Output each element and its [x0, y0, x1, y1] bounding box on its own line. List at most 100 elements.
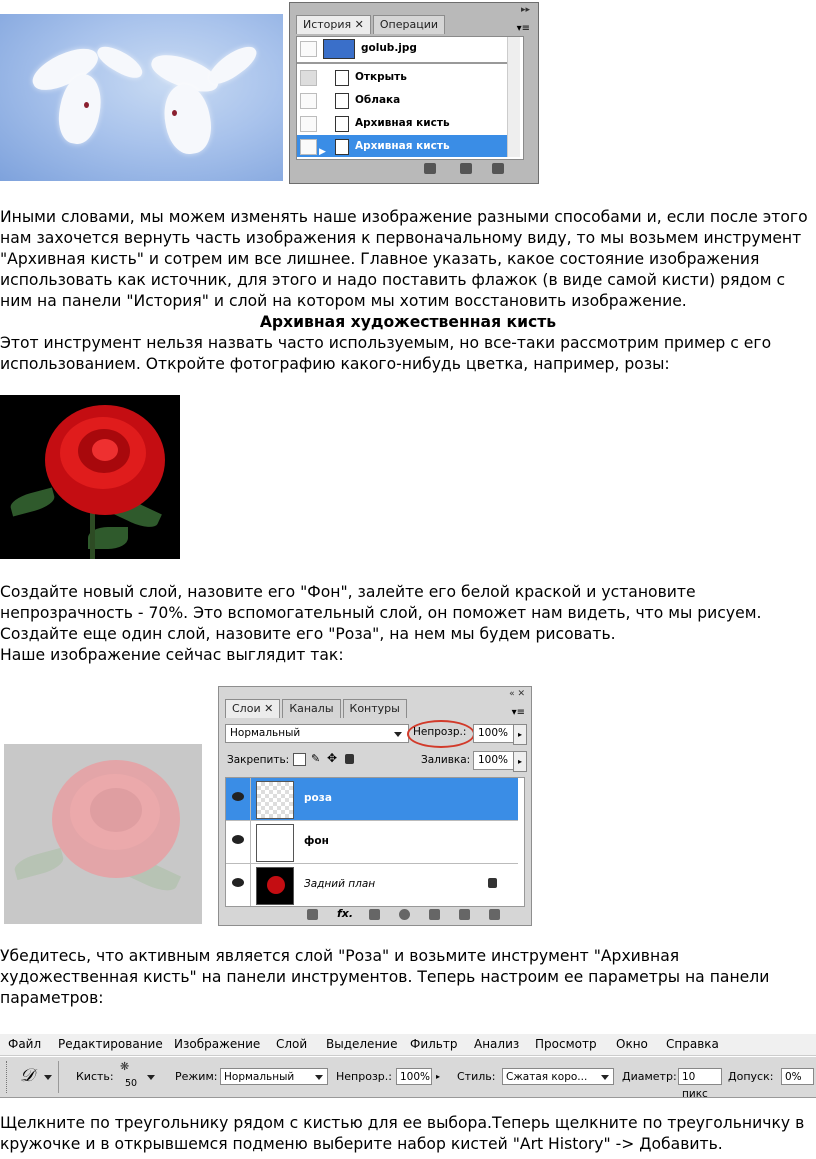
snapshot-thumbnail — [323, 39, 355, 59]
menu-view[interactable]: Просмотр — [535, 1034, 597, 1055]
layer-row-rose[interactable]: роза — [226, 778, 518, 821]
brush-label: Кисть: — [76, 1070, 114, 1083]
paragraph-4: Убедитесь, что активным является слой "Р… — [0, 947, 770, 1007]
eye-icon[interactable] — [232, 878, 244, 887]
new-layer-icon[interactable] — [459, 909, 470, 920]
doves-image — [0, 14, 283, 181]
lock-pixels-brush-icon[interactable]: ✎ — [311, 752, 320, 765]
history-scrollbar[interactable] — [507, 37, 520, 157]
options-bar: 𝒟 Кисть: ❋ 50 Режим: Нормальный Непрозр.… — [0, 1056, 816, 1100]
menu-filter[interactable]: Фильтр — [410, 1034, 457, 1055]
history-state-icon — [335, 70, 349, 86]
fill-input[interactable]: 100% — [473, 751, 515, 770]
lock-all-icon[interactable] — [345, 754, 354, 764]
layer-row-background[interactable]: Задний план — [226, 864, 518, 906]
rose-image — [0, 395, 180, 559]
current-state-pointer-icon: ▶ — [319, 147, 326, 157]
layer-thumbnail — [256, 867, 294, 905]
tab-channels[interactable]: Каналы — [282, 699, 341, 718]
diameter-input[interactable]: 10 пикс — [678, 1068, 722, 1100]
paragraph-2: Этот инструмент нельзя назвать часто исп… — [0, 334, 772, 373]
history-brush-source-icon[interactable] — [300, 70, 317, 86]
opacity-input[interactable]: 100% — [396, 1068, 432, 1085]
tab-layers[interactable]: Слои ✕ — [225, 699, 281, 718]
history-item-clouds[interactable]: Облака — [297, 89, 511, 111]
menu-file[interactable]: Файл — [8, 1034, 41, 1055]
eye-icon[interactable] — [232, 835, 244, 844]
trash-icon[interactable] — [492, 163, 504, 174]
fill-slider-button[interactable]: ▸ — [513, 751, 527, 772]
tab-actions[interactable]: Операции — [372, 15, 446, 34]
chevron-down-icon[interactable] — [44, 1075, 52, 1080]
lock-transparency-icon[interactable] — [293, 753, 306, 766]
tolerance-label: Допуск: — [728, 1070, 774, 1083]
panel-collapse-icon[interactable]: « ✕ — [509, 689, 525, 699]
menu-bar: Файл Редактирование Изображение Слой Выд… — [0, 1034, 816, 1056]
panel-collapse-icon[interactable]: ▸▸ — [521, 5, 530, 15]
snapshot-source-checkbox[interactable] — [300, 41, 317, 57]
history-state-icon — [335, 139, 349, 155]
chevron-down-icon — [315, 1075, 323, 1080]
menu-image[interactable]: Изображение — [174, 1034, 260, 1055]
panel-menu-icon[interactable]: ▾≡ — [517, 23, 530, 34]
style-label: Стиль: — [457, 1070, 496, 1083]
history-checkbox[interactable] — [300, 93, 317, 109]
history-state-icon — [335, 116, 349, 132]
menu-help[interactable]: Справка — [666, 1034, 719, 1055]
new-document-from-state-icon[interactable] — [424, 163, 436, 174]
paragraph-1: Иными словами, мы можем изменять наше из… — [0, 208, 808, 310]
lock-label: Закрепить: — [227, 754, 290, 766]
history-checkbox[interactable] — [300, 116, 317, 132]
brush-preview-icon[interactable]: ❋ — [120, 1060, 129, 1073]
menu-analysis[interactable]: Анализ — [474, 1034, 519, 1055]
history-checkbox[interactable] — [300, 139, 317, 155]
history-footer — [296, 161, 522, 177]
layer-row-background-fill[interactable]: фон — [226, 821, 518, 864]
diameter-label: Диаметр: — [622, 1070, 677, 1083]
opacity-input[interactable]: 100% — [473, 724, 515, 743]
tolerance-input[interactable]: 0% — [781, 1068, 814, 1085]
layer-thumbnail — [256, 824, 294, 862]
panel-menu-icon[interactable]: ▾≡ — [512, 707, 525, 718]
lock-icon — [488, 878, 497, 888]
menu-edit[interactable]: Редактирование — [58, 1034, 163, 1055]
group-icon[interactable] — [429, 909, 440, 920]
opacity-slider-button[interactable]: ▸ — [513, 724, 527, 745]
tab-paths[interactable]: Контуры — [342, 699, 407, 718]
adjustment-icon[interactable] — [399, 909, 410, 920]
chevron-down-icon — [601, 1075, 609, 1080]
fx-icon[interactable]: fx. — [337, 907, 353, 920]
history-state-icon — [335, 93, 349, 109]
lock-position-move-icon[interactable]: ✥ — [327, 751, 337, 765]
layer-thumbnail — [256, 781, 294, 819]
brush-size: 50 — [125, 1078, 138, 1089]
style-select[interactable]: Сжатая коро... — [502, 1068, 614, 1085]
faded-rose-image — [4, 744, 202, 924]
layers-list: роза фон Задний план — [225, 777, 525, 907]
mask-icon[interactable] — [369, 909, 380, 920]
brush-picker-chevron-icon[interactable] — [147, 1075, 155, 1080]
fill-label: Заливка: — [421, 754, 471, 766]
history-item-art-brush-active[interactable]: ▶ Архивная кисть — [297, 135, 511, 157]
menu-layer[interactable]: Слой — [276, 1034, 307, 1055]
snapshot-camera-icon[interactable] — [460, 163, 472, 174]
paragraph-3: Создайте новый слой, назовите его "Фон",… — [0, 583, 762, 664]
chevron-down-icon — [394, 732, 402, 737]
history-item-art-brush[interactable]: Архивная кисть — [297, 112, 511, 134]
menu-select[interactable]: Выделение — [326, 1034, 397, 1055]
history-snapshot[interactable]: golub.jpg — [297, 37, 511, 59]
mode-select[interactable]: Нормальный — [220, 1068, 328, 1085]
trash-icon[interactable] — [489, 909, 500, 920]
history-panel: ▸▸ История ✕ Операции ▾≡ golub.jpg Открыт… — [289, 2, 539, 184]
opacity-label: Непрозр.: — [413, 726, 467, 738]
link-icon[interactable] — [307, 909, 318, 920]
mode-label: Режим: — [175, 1070, 218, 1083]
blend-mode-select[interactable]: Нормальный — [225, 724, 409, 743]
menu-window[interactable]: Окно — [616, 1034, 648, 1055]
eye-icon[interactable] — [232, 792, 244, 801]
opacity-slider-button[interactable]: ▸ — [436, 1072, 440, 1081]
history-item-open[interactable]: Открыть — [297, 66, 511, 88]
layers-panel: « ✕ Слои ✕ Каналы Контуры ▾≡ Нормальный Не… — [218, 686, 532, 926]
tab-history[interactable]: История ✕ — [296, 15, 371, 34]
art-history-brush-icon[interactable]: 𝒟 — [20, 1065, 34, 1086]
